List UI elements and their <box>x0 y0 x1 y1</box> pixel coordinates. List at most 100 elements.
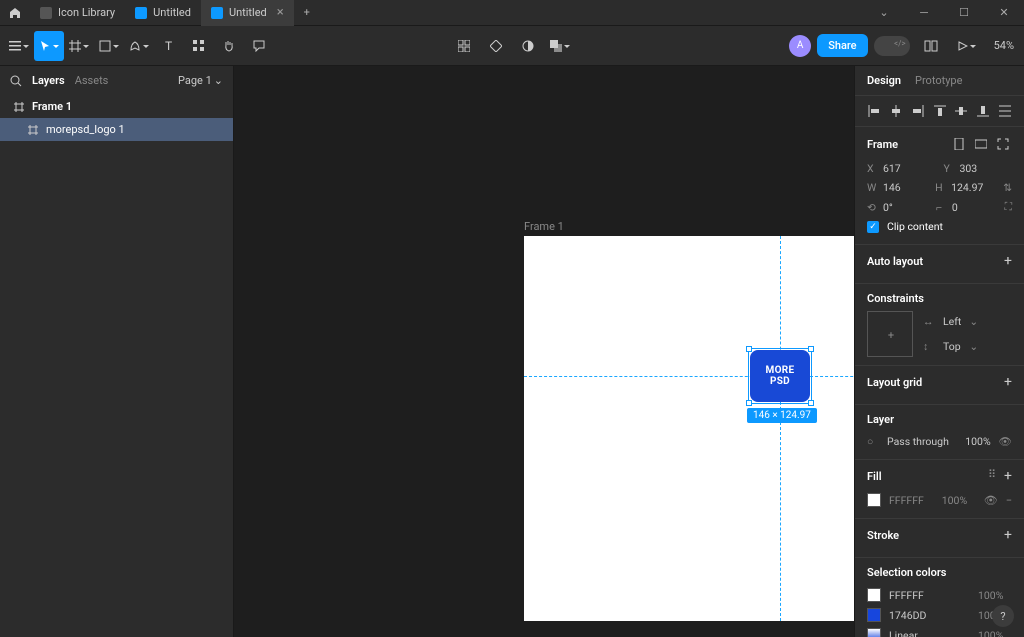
fill-styles-icon[interactable]: ⠿ <box>988 468 996 484</box>
x-label: X <box>867 162 879 175</box>
resize-landscape-icon[interactable] <box>972 135 990 153</box>
file-icon <box>135 7 147 19</box>
layout-grid-title: Layout grid <box>867 376 922 389</box>
frame-icon <box>28 125 38 135</box>
visibility-icon[interactable]: 👁 <box>999 435 1012 448</box>
align-top-icon[interactable] <box>931 102 949 120</box>
present-button[interactable] <box>952 31 982 61</box>
color-swatch[interactable] <box>867 588 881 602</box>
tab-untitled-2[interactable]: Untitled × <box>201 0 294 26</box>
align-v-center-icon[interactable] <box>952 102 970 120</box>
move-tool[interactable] <box>34 31 64 61</box>
window-controls: ⌄ ─ ☐ ✕ <box>864 0 1024 26</box>
add-stroke-button[interactable]: + <box>1004 527 1012 543</box>
smart-guide <box>780 236 781 621</box>
constraint-widget[interactable]: + <box>867 311 913 357</box>
snap-icon[interactable] <box>481 31 511 61</box>
fill-swatch[interactable] <box>867 493 881 507</box>
layer-morepsd-logo[interactable]: morepsd_logo 1 <box>0 118 233 141</box>
fill-opacity-input[interactable]: 100% <box>942 494 976 507</box>
frame-tool[interactable] <box>64 31 94 61</box>
search-icon[interactable] <box>10 75 22 87</box>
clip-content-label: Clip content <box>887 220 943 233</box>
fill-hex-input[interactable]: FFFFFF <box>889 494 934 507</box>
add-auto-layout-button[interactable]: + <box>1004 253 1012 269</box>
selection-color-row[interactable]: FFFFFF 100% <box>867 585 1012 605</box>
help-button[interactable]: ? <box>992 605 1014 627</box>
h-input[interactable]: 124.97 <box>951 181 995 194</box>
selected-object[interactable]: MORE PSD <box>750 350 810 402</box>
constrain-proportions-icon[interactable]: ⇅ <box>1003 181 1012 194</box>
x-input[interactable]: 617 <box>883 162 936 175</box>
frame-name-label[interactable]: Frame 1 <box>524 220 564 233</box>
layout-grid-section: Layout grid + <box>855 366 1024 405</box>
close-button[interactable]: ✕ <box>984 0 1024 26</box>
color-swatch[interactable] <box>867 608 881 622</box>
minimize-button[interactable]: ─ <box>904 0 944 26</box>
assets-tab[interactable]: Assets <box>75 74 109 87</box>
blend-mode-dropdown[interactable]: Pass through <box>887 435 957 448</box>
w-label: W <box>867 181 879 194</box>
remove-fill-icon[interactable]: − <box>1006 494 1012 507</box>
opacity-input[interactable]: 100% <box>965 435 990 448</box>
boolean-icon[interactable] <box>545 31 575 61</box>
tab-icon-library[interactable]: Icon Library <box>30 0 125 26</box>
left-panel: Layers Assets Page 1 ⌄ Frame 1 morepsd_l… <box>0 66 234 637</box>
layout-grid-icon[interactable] <box>449 31 479 61</box>
align-left-icon[interactable] <box>865 102 883 120</box>
prototype-tab[interactable]: Prototype <box>915 74 962 87</box>
layers-tab[interactable]: Layers <box>32 74 65 87</box>
pen-tool[interactable] <box>124 31 154 61</box>
tab-untitled-1[interactable]: Untitled <box>125 0 201 26</box>
y-input[interactable]: 303 <box>960 162 1013 175</box>
page-dropdown[interactable]: Page 1 ⌄ <box>178 74 223 87</box>
design-tab[interactable]: Design <box>867 74 901 87</box>
layer-label: Frame 1 <box>32 100 72 113</box>
selection-color-row[interactable]: 1746DD 100% <box>867 605 1012 625</box>
w-input[interactable]: 146 <box>883 181 927 194</box>
constraint-h-dropdown[interactable]: Left <box>943 315 961 328</box>
logo-text-more: MORE <box>766 365 795 376</box>
distribute-icon[interactable] <box>996 102 1014 120</box>
fill-visibility-icon[interactable]: 👁 <box>984 494 998 507</box>
main-menu-button[interactable] <box>4 31 34 61</box>
constraint-v-dropdown[interactable]: Top <box>943 340 961 353</box>
align-right-icon[interactable] <box>909 102 927 120</box>
caret-down-icon[interactable]: ⌄ <box>864 0 904 26</box>
hand-tool[interactable] <box>214 31 244 61</box>
resize-fit-icon[interactable] <box>994 135 1012 153</box>
maximize-button[interactable]: ☐ <box>944 0 984 26</box>
clip-content-checkbox[interactable]: ✓ <box>867 221 879 233</box>
library-icon[interactable] <box>916 31 946 61</box>
new-tab-button[interactable]: + <box>294 6 320 19</box>
canvas[interactable]: Frame 1 MORE PSD 146 × 124.97 <box>234 66 854 637</box>
corner-input[interactable]: 0 <box>952 201 997 214</box>
layer-frame-1[interactable]: Frame 1 <box>0 95 233 118</box>
color-swatch[interactable] <box>867 628 881 637</box>
align-bottom-icon[interactable] <box>974 102 992 120</box>
resize-portrait-icon[interactable] <box>950 135 968 153</box>
close-tab-icon[interactable]: × <box>277 5 284 20</box>
zoom-dropdown[interactable]: 54% <box>988 39 1020 52</box>
rotation-input[interactable]: 0° <box>883 201 928 214</box>
frame-section-title[interactable]: Frame <box>867 138 898 151</box>
align-h-center-icon[interactable] <box>887 102 905 120</box>
home-button[interactable] <box>0 7 30 19</box>
share-button[interactable]: Share <box>817 34 867 57</box>
tab-label: Icon Library <box>58 6 115 19</box>
add-layout-grid-button[interactable]: + <box>1004 374 1012 390</box>
selection-color-row[interactable]: Linear 100% <box>867 625 1012 637</box>
artboard-frame-1[interactable]: MORE PSD 146 × 124.97 <box>524 236 854 621</box>
dev-mode-toggle[interactable] <box>874 36 910 56</box>
shape-tool[interactable] <box>94 31 124 61</box>
add-fill-button[interactable]: + <box>1004 468 1012 484</box>
resources-tool[interactable] <box>184 31 214 61</box>
stroke-title: Stroke <box>867 529 899 542</box>
corner-expand-icon[interactable]: ⛶ <box>1005 200 1012 214</box>
mask-icon[interactable] <box>513 31 543 61</box>
user-avatar[interactable]: A <box>789 35 811 57</box>
text-tool[interactable]: T <box>154 31 184 61</box>
comment-tool[interactable] <box>244 31 274 61</box>
title-bar: Icon Library Untitled Untitled × + ⌄ ─ ☐… <box>0 0 1024 26</box>
corner-icon: ⌐ <box>936 201 948 214</box>
